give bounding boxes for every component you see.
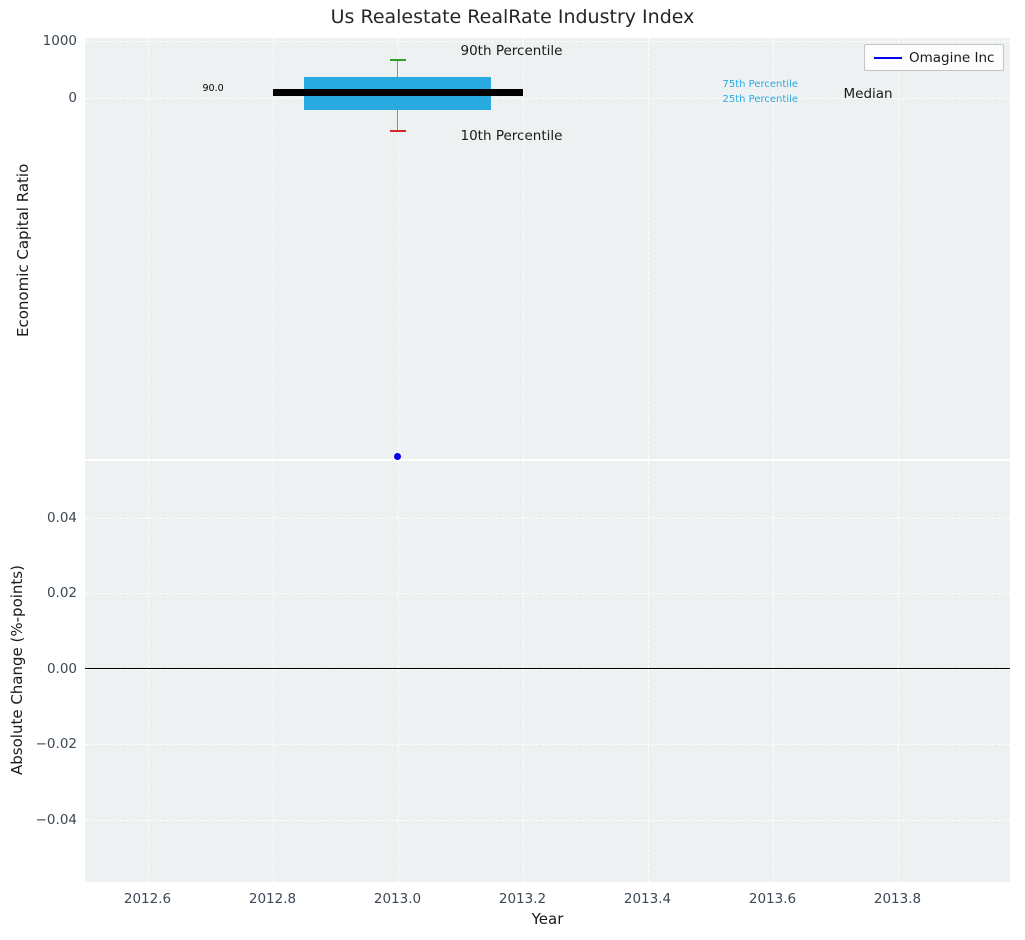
x-tick-label: 2012.6: [113, 891, 183, 907]
annotation-75th-percentile: 75th Percentile: [723, 79, 799, 90]
gridline-x: [523, 38, 524, 459]
annotation-25th-percentile: 25th Percentile: [723, 94, 799, 105]
x-tick-label: 2013.8: [863, 891, 933, 907]
gridline-x: [898, 38, 899, 459]
x-axis-label: Year: [85, 910, 1010, 928]
annotation-median-value: 90.0: [203, 83, 224, 94]
gridline-x: [648, 38, 649, 459]
gridline-y: [85, 744, 1010, 745]
top-y-tick-label: 1000: [19, 33, 77, 49]
x-tick-label: 2013.2: [488, 891, 558, 907]
legend-label-omagine: Omagine Inc: [909, 50, 994, 66]
omagine-point: [394, 453, 401, 460]
x-tick-label: 2013.6: [738, 891, 808, 907]
boxplot-90th-cap: [390, 59, 406, 61]
bottom-y-tick-label: 0.00: [19, 661, 77, 677]
legend-line-omagine: [874, 57, 902, 59]
annotation-10th-percentile: 10th Percentile: [461, 128, 563, 144]
bottom-y-tick-label: −0.02: [19, 736, 77, 752]
figure: Us Realestate RealRate Industry Index Ec…: [0, 0, 1025, 940]
bottom-y-axis-label: Absolute Change (%-points): [8, 565, 26, 775]
gridline-y: [85, 518, 1010, 519]
x-tick-label: 2012.8: [238, 891, 308, 907]
gridline-y: [85, 41, 1010, 42]
gridline-x: [273, 38, 274, 459]
gridline-x: [148, 38, 149, 459]
gridline-y: [85, 820, 1010, 821]
boxplot-10th-cap: [390, 130, 406, 132]
gridline-y: [85, 593, 1010, 594]
zero-line: [85, 668, 1010, 670]
chart-title: Us Realestate RealRate Industry Index: [0, 6, 1025, 28]
bottom-y-tick-label: 0.04: [19, 510, 77, 526]
bottom-y-tick-label: 0.02: [19, 585, 77, 601]
x-tick-label: 2013.0: [363, 891, 433, 907]
x-tick-label: 2013.4: [613, 891, 683, 907]
top-y-tick-label: 0: [19, 90, 77, 106]
legend: Omagine Inc: [864, 44, 1004, 71]
boxplot-median-line: [273, 89, 523, 96]
top-y-axis-label: Economic Capital Ratio: [14, 164, 32, 337]
annotation-median: Median: [844, 86, 893, 102]
bottom-y-tick-label: −0.04: [19, 812, 77, 828]
annotation-90th-percentile: 90th Percentile: [461, 43, 563, 59]
